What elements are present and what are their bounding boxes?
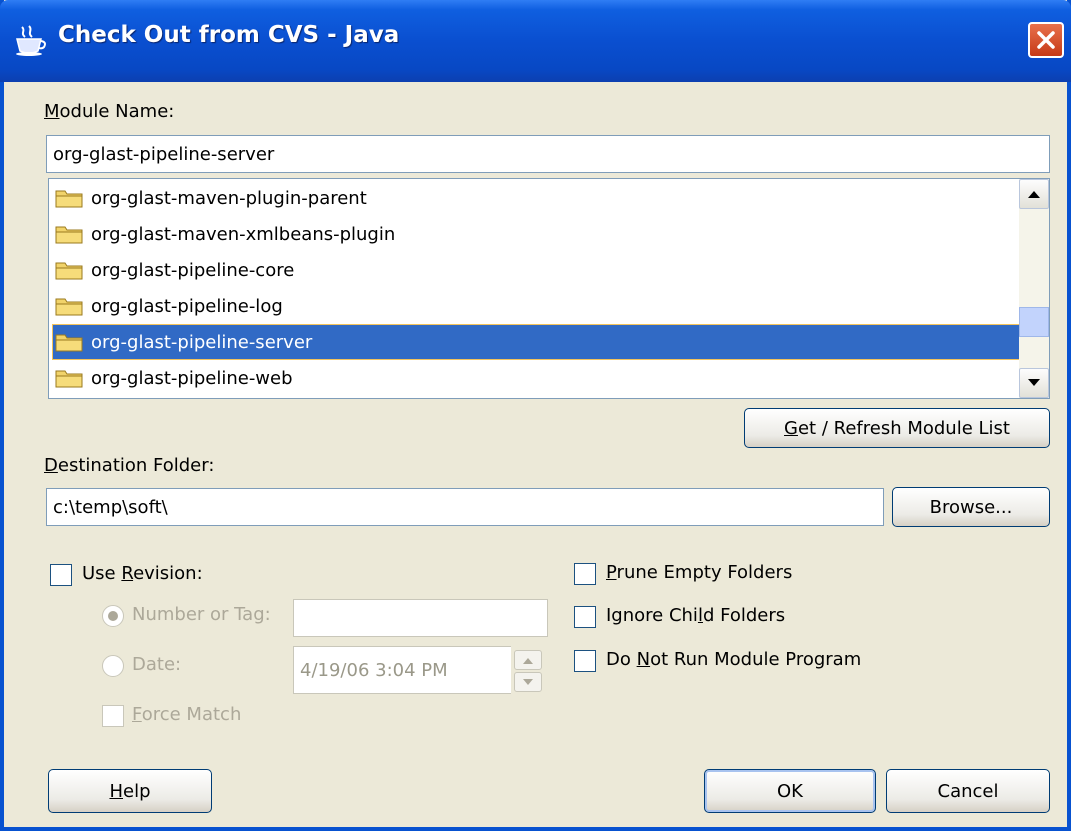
java-cup-icon: [16, 25, 46, 56]
date-input[interactable]: 4/19/06 3:04 PM: [293, 646, 511, 694]
title-bar[interactable]: Check Out from CVS - Java: [0, 0, 1071, 82]
number-or-tag-radio[interactable]: [102, 605, 124, 627]
list-item-label: org-glast-pipeline-server: [91, 331, 313, 353]
destination-folder-label: Destination Folder:: [44, 455, 215, 476]
do-not-run-module-program-label: Do Not Run Module Program: [606, 649, 862, 670]
get-refresh-module-list-button[interactable]: Get / Refresh Module List: [744, 408, 1050, 448]
force-match-label: Force Match: [132, 704, 242, 725]
prune-empty-folders-checkbox[interactable]: [574, 563, 596, 585]
number-or-tag-label: Number or Tag:: [132, 604, 271, 625]
list-item[interactable]: org-glast-pipeline-web: [53, 361, 1019, 395]
ok-button[interactable]: OK: [704, 769, 876, 813]
folder-icon: [55, 370, 83, 388]
date-radio[interactable]: [102, 655, 124, 677]
module-list[interactable]: org-glast-maven-plugin-parent org-glast-…: [48, 178, 1050, 399]
close-button[interactable]: [1028, 22, 1064, 58]
force-match-checkbox[interactable]: [102, 705, 124, 727]
module-name-input[interactable]: org-glast-pipeline-server: [46, 135, 1050, 173]
use-revision-checkbox[interactable]: [50, 564, 72, 586]
list-item[interactable]: org-glast-pipeline-core: [53, 253, 1019, 287]
list-item[interactable]: org-glast-maven-plugin-parent: [53, 181, 1019, 215]
browse-button[interactable]: Browse...: [892, 487, 1050, 527]
date-spinner[interactable]: [512, 648, 544, 694]
list-item-label: org-glast-pipeline-log: [91, 295, 283, 317]
folder-icon: [55, 334, 83, 352]
ignore-child-folders-checkbox[interactable]: [574, 606, 596, 628]
destination-folder-input[interactable]: c:\temp\soft\: [46, 488, 884, 526]
do-not-run-module-program-checkbox[interactable]: [574, 650, 596, 672]
ignore-child-folders-label: Ignore Child Folders: [606, 605, 786, 626]
arrow-up-icon: [1028, 191, 1040, 198]
module-list-scrollbar[interactable]: [1019, 179, 1049, 398]
close-icon: [1037, 31, 1055, 49]
folder-icon: [55, 226, 83, 244]
help-button[interactable]: Help: [48, 769, 212, 813]
scroll-down-button[interactable]: [1019, 368, 1049, 398]
list-item[interactable]: org-glast-pipeline-log: [53, 289, 1019, 323]
radio-selected-dot: [108, 611, 118, 621]
arrow-down-icon: [1028, 379, 1040, 386]
folder-icon: [55, 262, 83, 280]
window-title: Check Out from CVS - Java: [58, 22, 400, 48]
scroll-thumb[interactable]: [1019, 307, 1049, 337]
list-item-selected[interactable]: org-glast-pipeline-server: [52, 324, 1020, 360]
number-or-tag-input[interactable]: [293, 599, 548, 637]
check-out-dialog: Check Out from CVS - Java Module Name: o…: [0, 0, 1071, 831]
list-item-label: org-glast-pipeline-web: [91, 367, 293, 389]
scroll-up-button[interactable]: [1019, 179, 1049, 209]
module-name-label: Module Name:: [44, 101, 175, 122]
prune-empty-folders-label: Prune Empty Folders: [606, 562, 793, 583]
date-spin-down-button[interactable]: [514, 672, 542, 692]
date-label: Date:: [132, 654, 182, 675]
arrow-up-icon: [523, 657, 533, 664]
list-item-label: org-glast-maven-plugin-parent: [91, 187, 367, 209]
cancel-button[interactable]: Cancel: [886, 769, 1050, 813]
folder-icon: [55, 190, 83, 208]
use-revision-label: Use Revision:: [82, 563, 203, 584]
date-spin-up-button[interactable]: [514, 650, 542, 670]
list-item-label: org-glast-maven-xmlbeans-plugin: [91, 223, 396, 245]
list-item-label: org-glast-pipeline-core: [91, 259, 295, 281]
folder-icon: [55, 298, 83, 316]
list-item[interactable]: org-glast-maven-xmlbeans-plugin: [53, 217, 1019, 251]
arrow-down-icon: [523, 678, 533, 685]
